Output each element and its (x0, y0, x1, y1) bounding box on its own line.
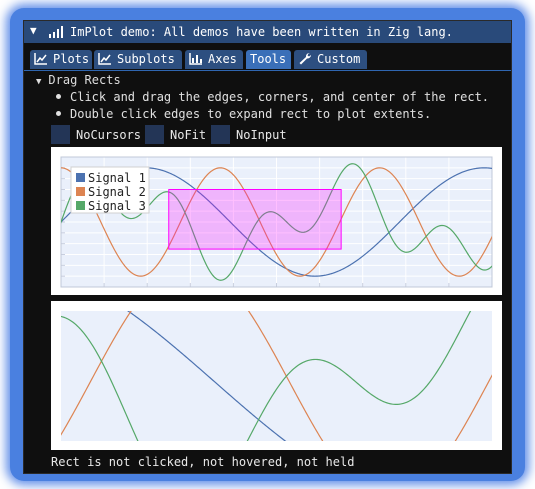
expand-arrow-icon: ▼ (36, 77, 42, 87)
demo-window: ▼ ImPlot demo: All demos have been writt… (23, 20, 512, 474)
rect-view-plot[interactable] (51, 301, 502, 450)
checkbox-label: NoCursors (76, 128, 142, 142)
legend-label[interactable]: Signal 2 (88, 185, 146, 199)
main-plot-canvas[interactable]: Signal 1Signal 2Signal 3 (51, 147, 502, 295)
drag-rects-tree-node[interactable]: ▼ Drag Rects (36, 73, 121, 87)
bullet-label: Click and drag the edges, corners, and c… (70, 90, 490, 104)
bullet-text: Click and drag the edges, corners, and c… (56, 90, 489, 104)
signal-bars-icon (49, 26, 63, 38)
plot-area[interactable] (61, 311, 492, 441)
rect-view-canvas[interactable] (51, 301, 502, 450)
nofit-checkbox[interactable]: NoFit (145, 125, 206, 144)
line-chart-icon (34, 53, 47, 65)
tab-axes[interactable]: Axes (185, 50, 243, 69)
bullet-text: Double click edges to expand rect to plo… (56, 107, 431, 121)
status-text: Rect is not clicked, not hovered, not he… (51, 455, 355, 469)
wrench-icon (299, 52, 312, 65)
tab-bar: Plots Subplots Axes Tools Custom (24, 50, 511, 71)
tab-custom[interactable]: Custom (294, 50, 367, 69)
title-bar[interactable]: ▼ ImPlot demo: All demos have been writt… (24, 21, 511, 43)
tab-tools[interactable]: Tools (246, 50, 291, 69)
tab-label: Subplots (117, 52, 175, 66)
nocursors-checkbox[interactable]: NoCursors (51, 125, 141, 144)
drag-rect[interactable] (168, 189, 342, 250)
bullet-icon (56, 111, 61, 116)
tab-subplots[interactable]: Subplots (94, 50, 182, 69)
tab-label: Plots (53, 52, 90, 66)
bar-chart-icon (189, 53, 202, 65)
tab-label: Tools (250, 52, 287, 66)
tab-plots[interactable]: Plots (30, 50, 92, 69)
bullet-label: Double click edges to expand rect to plo… (70, 107, 432, 121)
bullet-icon (56, 94, 61, 99)
legend-swatch[interactable] (76, 201, 85, 210)
tab-label: Custom (317, 52, 361, 66)
collapse-arrow-icon[interactable]: ▼ (30, 24, 37, 37)
tab-label: Axes (208, 52, 237, 66)
section-title: Drag Rects (48, 73, 121, 87)
main-plot[interactable]: Signal 1 Signal 2 Signal 3 (51, 147, 502, 295)
window-title: ImPlot demo: All demos have been written… (70, 25, 453, 39)
legend: Signal 1Signal 2Signal 3 (70, 166, 150, 214)
checkbox-label: NoFit (170, 128, 207, 142)
line-chart-icon (98, 53, 111, 65)
checkbox-box[interactable] (145, 125, 164, 144)
legend-label[interactable]: Signal 3 (88, 199, 146, 213)
legend-swatch[interactable] (76, 187, 85, 196)
checkbox-label: NoInput (236, 128, 287, 142)
legend-swatch[interactable] (76, 173, 85, 182)
legend-label[interactable]: Signal 1 (88, 171, 146, 185)
checkbox-box[interactable] (51, 125, 70, 144)
noinput-checkbox[interactable]: NoInput (211, 125, 287, 144)
checkbox-box[interactable] (211, 125, 230, 144)
